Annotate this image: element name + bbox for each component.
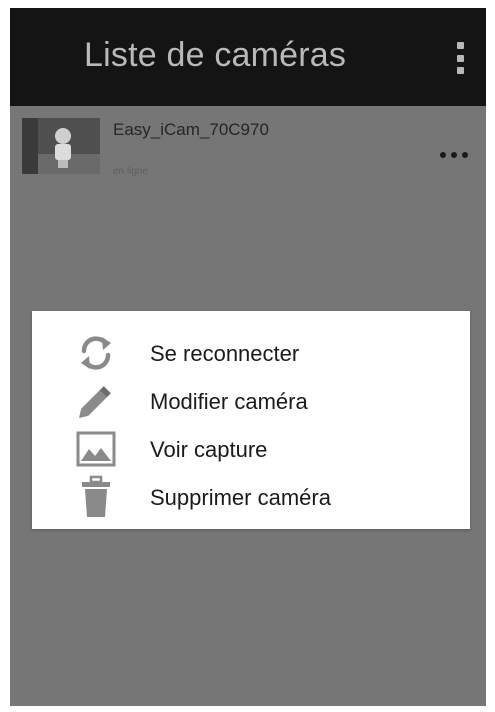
list-item[interactable]: Easy_iCam_70C970 en ligne — [10, 106, 486, 186]
menu-item-label: Modifier caméra — [150, 389, 308, 414]
image-icon — [74, 429, 118, 469]
menu-item-label: Voir capture — [150, 437, 268, 462]
page-title: Liste de caméras — [84, 36, 347, 74]
context-menu-list: Se reconnecter Modifier caméra Voir capt… — [32, 329, 470, 521]
overflow-dot — [456, 42, 464, 49]
camera-thumbnail — [22, 118, 100, 174]
menu-dot — [451, 152, 457, 158]
overflow-dot — [456, 67, 464, 74]
more-horiz-icon[interactable] — [440, 150, 468, 160]
overflow-dot — [456, 54, 464, 62]
menu-item-label: Supprimer caméra — [150, 485, 331, 510]
menu-item-reconnect[interactable]: Se reconnecter — [32, 329, 470, 377]
menu-item-view-capture[interactable]: Voir capture — [32, 425, 470, 473]
pencil-icon — [74, 381, 118, 421]
app-bar: Liste de caméras — [10, 8, 486, 106]
menu-item-delete-camera[interactable]: Supprimer caméra — [32, 473, 470, 521]
more-vert-icon[interactable] — [448, 38, 472, 78]
menu-dot — [440, 152, 446, 158]
camera-name: Easy_iCam_70C970 — [113, 120, 269, 139]
refresh-icon — [74, 333, 118, 373]
phone-screen: Liste de caméras Easy_iCam_70C970 en lig… — [10, 8, 486, 706]
camera-status: en ligne — [113, 166, 149, 177]
menu-dot — [462, 152, 468, 158]
camera-thumbnail-image — [22, 118, 100, 174]
context-menu-dialog: Se reconnecter Modifier caméra Voir capt… — [32, 311, 470, 529]
trash-icon — [74, 475, 118, 517]
menu-item-label: Se reconnecter — [150, 341, 300, 366]
menu-item-edit-camera[interactable]: Modifier caméra — [32, 377, 470, 425]
